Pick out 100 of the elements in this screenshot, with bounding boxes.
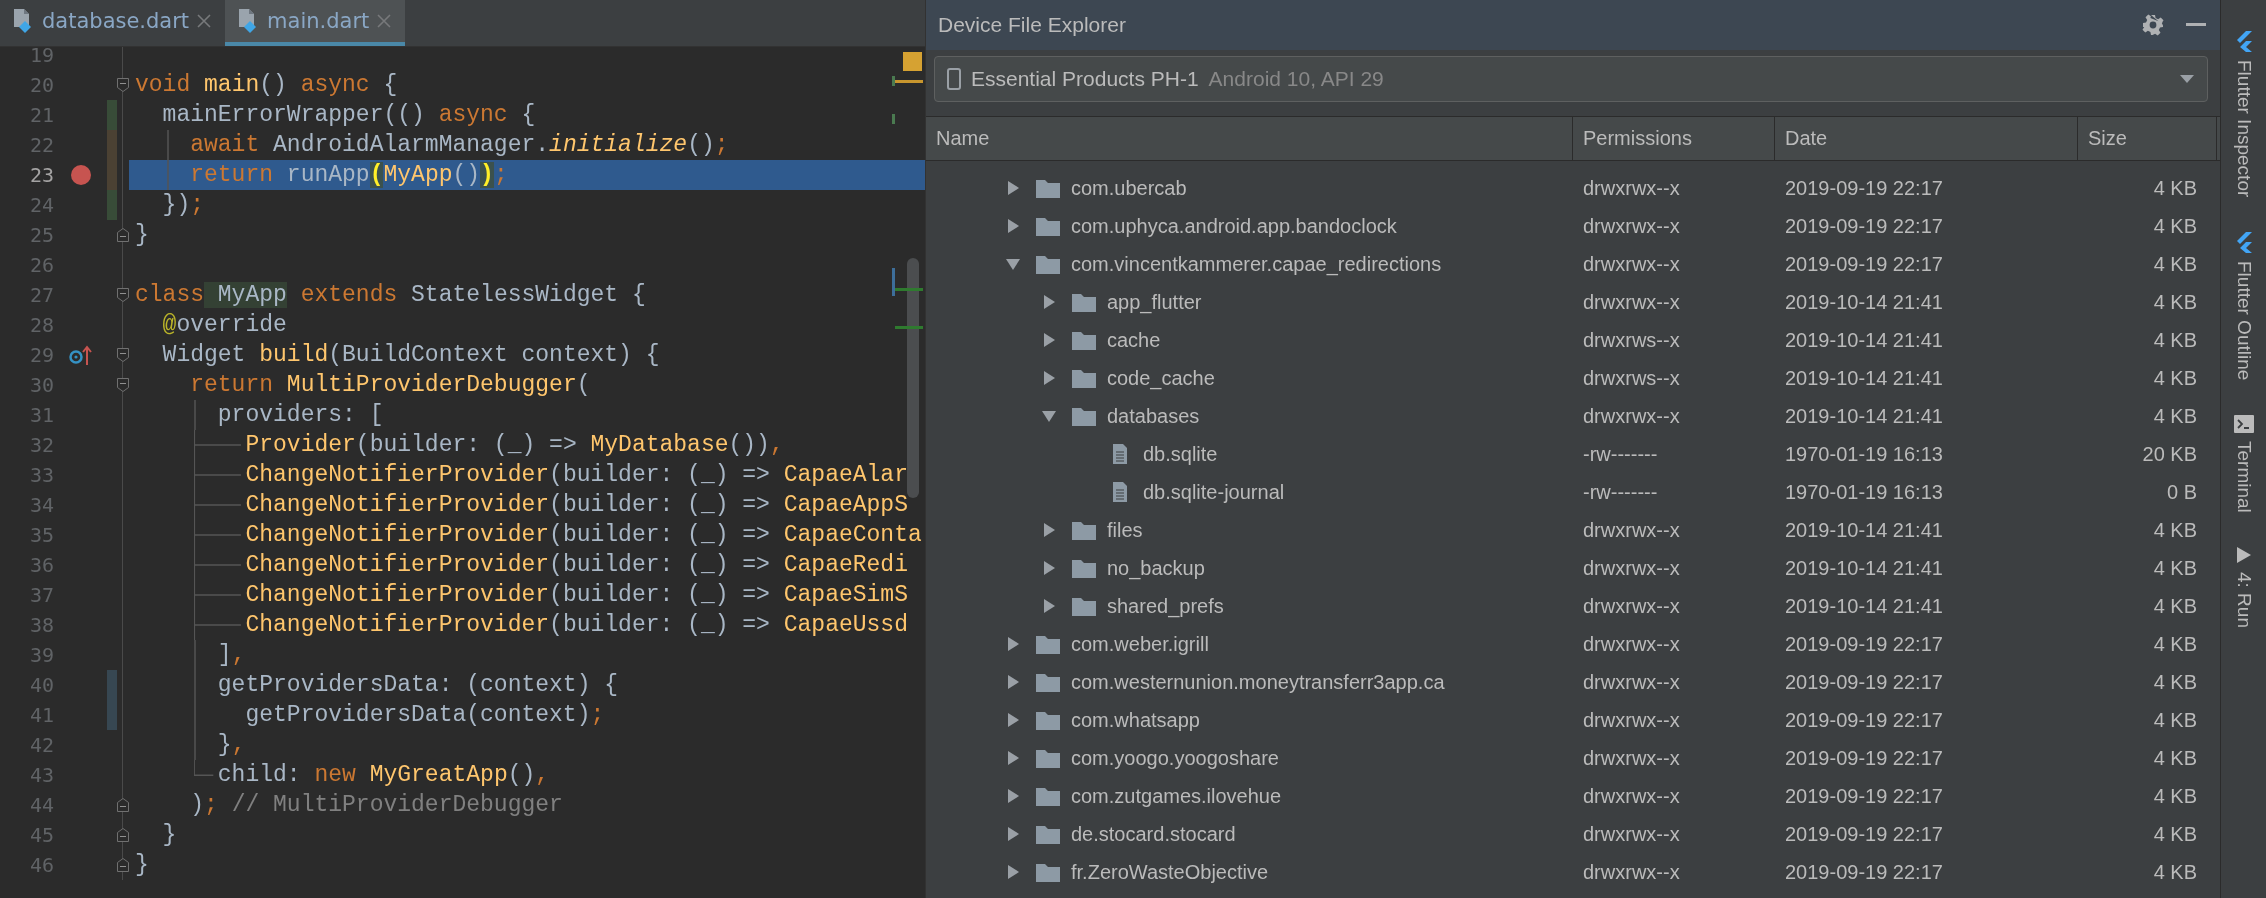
device-dropdown[interactable]: Essential Products PH-1 Android 10, API 29 <box>934 56 2208 102</box>
size-cell-text: 20 KB <box>2141 442 2198 466</box>
size-cell-text: 4 KB <box>2152 784 2198 808</box>
collapse-arrow-icon[interactable] <box>1005 256 1021 272</box>
expand-arrow-icon[interactable] <box>1005 712 1021 728</box>
fold-icon[interactable] <box>117 858 129 872</box>
code-line: } <box>135 852 149 878</box>
folder-icon <box>1035 861 1061 883</box>
side-tool-tab[interactable]: 4: Run <box>2232 546 2255 629</box>
size-cell-text: 4 KB <box>2152 252 2198 276</box>
file-name[interactable]: com.ubercab <box>1071 176 1187 200</box>
size-cell-text: 4 KB <box>2152 746 2198 770</box>
file-name[interactable]: com.westernunion.moneytransferr3app.ca <box>1071 670 1445 694</box>
expand-arrow-icon[interactable] <box>1005 636 1021 652</box>
file-name[interactable]: com.uphyca.android.app.bandoclock <box>1071 214 1397 238</box>
expand-arrow-icon[interactable] <box>1041 332 1057 348</box>
expand-arrow-icon[interactable] <box>1005 826 1021 842</box>
expand-arrow-icon[interactable] <box>1041 560 1057 576</box>
line-number: 30 <box>28 372 54 399</box>
column-header[interactable]: Permissions <box>1573 117 1775 160</box>
permissions-cell-text: drwxrwx--x <box>1582 822 1681 846</box>
date-cell-text: 2019-09-19 22:17 <box>1784 214 1944 238</box>
folder-icon <box>1071 367 1097 389</box>
fold-icon[interactable] <box>117 348 129 362</box>
line-number: 45 <box>28 822 54 849</box>
line-number: 35 <box>28 522 54 549</box>
panel-title: Device File Explorer <box>938 13 1127 37</box>
code-line: getProvidersData(context); <box>244 702 605 728</box>
side-tool-tab[interactable]: Flutter Outline <box>2232 231 2255 381</box>
folder-icon <box>1035 747 1061 769</box>
file-name[interactable]: app_flutter <box>1107 290 1202 314</box>
file-name[interactable]: code_cache <box>1107 366 1215 390</box>
expand-arrow-icon[interactable] <box>1005 674 1021 690</box>
line-number: 33 <box>28 462 54 489</box>
expand-arrow-icon[interactable] <box>1041 598 1057 614</box>
folder-icon <box>1071 519 1097 541</box>
expand-arrow-icon[interactable] <box>1005 750 1021 766</box>
file-tab[interactable]: main.dart <box>225 0 406 46</box>
code-line: getProvidersData: (context) { <box>216 672 619 698</box>
permissions-cell-text: drwxrwx--x <box>1582 176 1681 200</box>
size-cell-text: 4 KB <box>2152 860 2198 884</box>
line-number: 43 <box>28 762 54 789</box>
fold-icon[interactable] <box>117 228 129 242</box>
collapse-arrow-icon[interactable] <box>1041 408 1057 424</box>
minimize-icon <box>2186 23 2206 27</box>
file-name[interactable]: shared_prefs <box>1107 594 1224 618</box>
close-icon[interactable] <box>197 14 212 28</box>
file-name[interactable]: db.sqlite-journal <box>1143 480 1285 504</box>
file-name[interactable]: db.sqlite <box>1143 442 1218 466</box>
line-number: 26 <box>28 252 54 279</box>
scrollbar[interactable] <box>907 258 919 498</box>
column-header[interactable]: Date <box>1775 117 2078 160</box>
permissions-cell-text: -rw------- <box>1582 442 1659 466</box>
column-header[interactable]: Size <box>2078 117 2217 160</box>
file-name[interactable]: databases <box>1107 404 1200 428</box>
breakpoint-icon[interactable] <box>69 164 92 186</box>
size-cell-text: 4 KB <box>2152 594 2198 618</box>
expand-arrow-icon[interactable] <box>1005 788 1021 804</box>
size-cell-text: 4 KB <box>2152 404 2198 428</box>
expand-arrow-icon[interactable] <box>1005 864 1021 880</box>
override-icon[interactable] <box>68 344 93 366</box>
fold-icon[interactable] <box>117 288 129 302</box>
line-number: 25 <box>28 222 54 249</box>
file-name[interactable]: de.stocard.stocard <box>1071 822 1236 846</box>
file-name[interactable]: com.yoogo.yoogoshare <box>1071 746 1279 770</box>
minimize-button[interactable] <box>2184 21 2208 29</box>
side-tool-tab[interactable]: Flutter Inspector <box>2232 30 2255 198</box>
date-cell-text: 1970-01-19 16:13 <box>1784 442 1944 466</box>
date-cell-text: 2019-10-14 21:41 <box>1784 594 1944 618</box>
expand-arrow-icon[interactable] <box>1005 180 1021 196</box>
line-number: 41 <box>28 702 54 729</box>
file-name[interactable]: com.zutgames.ilovehue <box>1071 784 1282 808</box>
file-name[interactable]: fr.ZeroWasteObjective <box>1071 860 1269 884</box>
permissions-cell-text: drwxrws--x <box>1582 366 1681 390</box>
file-name[interactable]: cache <box>1107 328 1161 352</box>
expand-arrow-icon[interactable] <box>1005 218 1021 234</box>
expand-arrow-icon[interactable] <box>1041 522 1057 538</box>
date-cell-text: 2019-10-14 21:41 <box>1784 404 1944 428</box>
file-name[interactable]: com.whatsapp <box>1071 708 1200 732</box>
file-name[interactable]: com.vincentkammerer.capae_redirections <box>1071 252 1442 276</box>
folder-icon <box>1035 215 1061 237</box>
fold-icon[interactable] <box>117 78 129 92</box>
folder-icon <box>1035 823 1061 845</box>
file-name[interactable]: com.weber.igrill <box>1071 632 1209 656</box>
side-tool-tab[interactable]: Terminal <box>2232 414 2255 513</box>
date-cell-text: 2019-09-19 22:17 <box>1784 708 1944 732</box>
expand-arrow-icon[interactable] <box>1041 370 1057 386</box>
fold-icon[interactable] <box>117 378 129 392</box>
code-line: ChangeNotifierProvider(builder: (_) => CapaeRedi <box>244 552 908 578</box>
permissions-cell-text: drwxrwx--x <box>1582 214 1681 238</box>
settings-button[interactable] <box>2140 12 2166 38</box>
column-header[interactable]: Name <box>926 117 1573 160</box>
file-name[interactable]: files <box>1107 518 1143 542</box>
code-line: ChangeNotifierProvider(builder: (_) => CapaeSimS <box>244 582 908 608</box>
line-number: 29 <box>28 342 54 369</box>
fold-icon[interactable] <box>117 798 129 812</box>
fold-icon[interactable] <box>117 828 129 842</box>
folder-icon <box>1071 595 1097 617</box>
file-name[interactable]: no_backup <box>1107 556 1205 580</box>
expand-arrow-icon[interactable] <box>1041 294 1057 310</box>
